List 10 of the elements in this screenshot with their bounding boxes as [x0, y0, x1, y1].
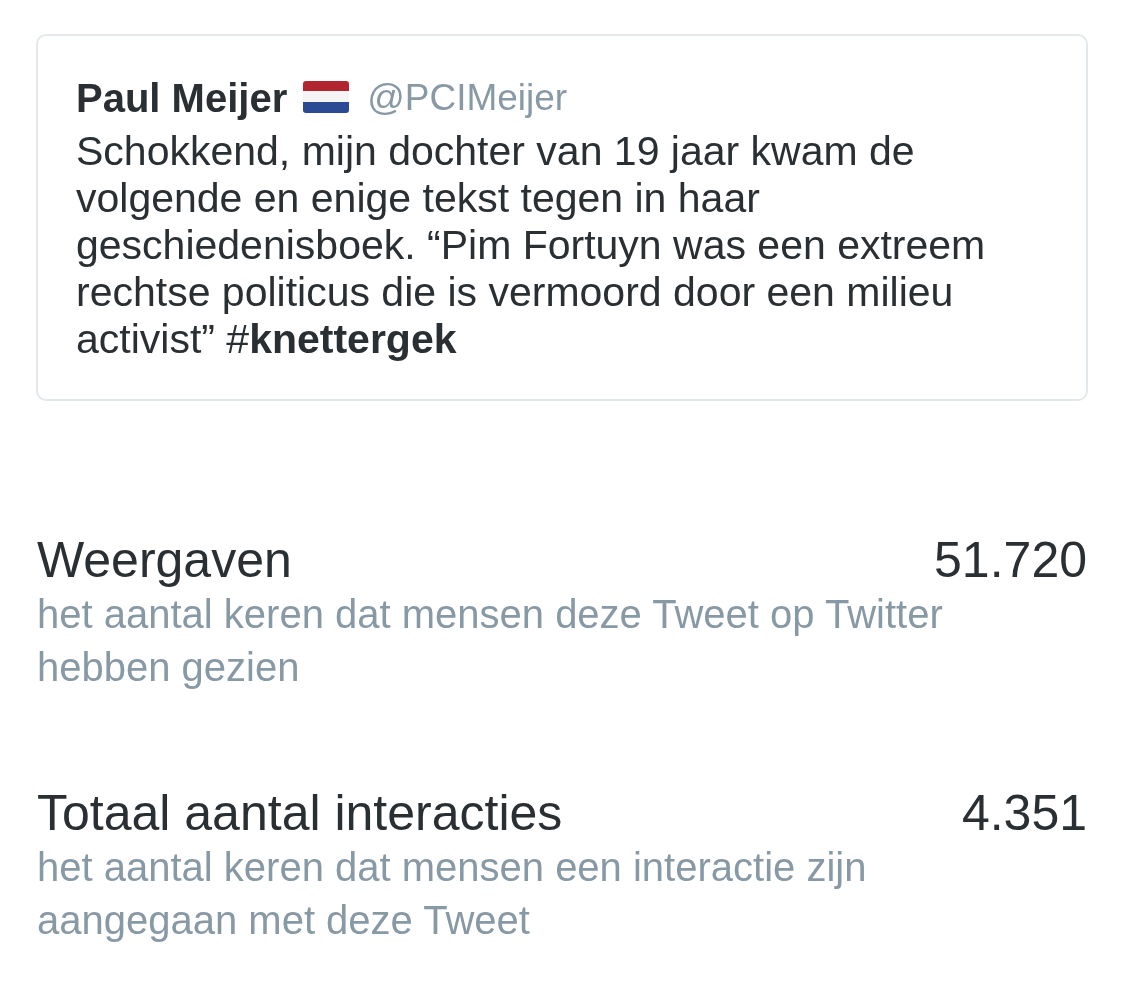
stat-value: 4.351: [961, 786, 1087, 841]
flag-icon: [303, 81, 350, 113]
tweet-text: Schokkend, mijn dochter van 19 jaar kwam de volgende en enige tekst tegen in haar geschiedenisboek. “Pim Fortuyn was een extreem rechtse politicus die is vermoord door een milieu activist” #knettergek: [76, 128, 987, 363]
stat-value: 51.720: [934, 533, 1087, 588]
stat-label: Weergaven: [37, 533, 292, 588]
stat-label: Totaal aantal interacties: [37, 786, 563, 841]
stat-description: het aantal keren dat mensen deze Tweet op Twitter hebben gezien: [37, 591, 944, 691]
stat-description: het aantal keren dat mensen een interactie zijn aangegaan met deze Tweet: [37, 844, 868, 944]
author-handle: @PCIMeijer: [367, 76, 568, 120]
author-name: Paul Meijer: [76, 75, 288, 122]
